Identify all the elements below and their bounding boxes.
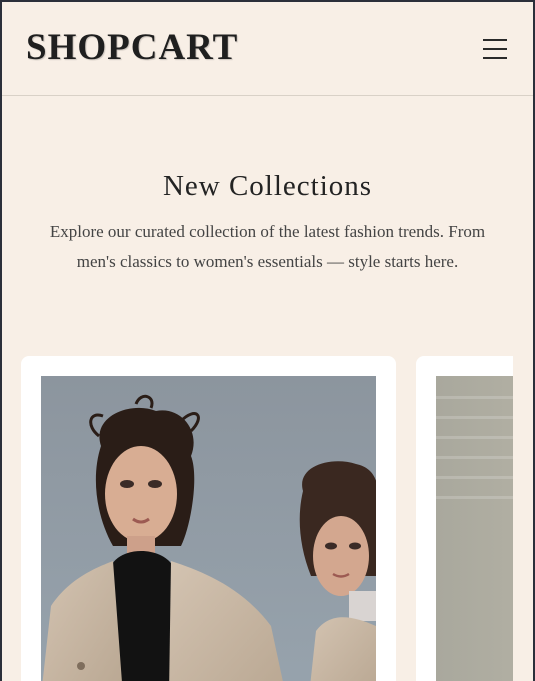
hamburger-menu-icon[interactable] [481, 36, 509, 62]
texture-stripe [436, 416, 513, 419]
section-title: New Collections [162, 170, 373, 202]
collection-image [41, 376, 376, 681]
texture-stripe [436, 456, 513, 459]
collection-card[interactable] [21, 356, 396, 681]
texture-stripe [436, 436, 513, 439]
texture-stripe [436, 496, 513, 499]
collection-image [436, 376, 513, 681]
menu-bar-middle [483, 48, 507, 50]
site-logo[interactable]: SHOPCART [26, 29, 238, 66]
texture-stripe [436, 476, 513, 479]
menu-bar-bottom [483, 57, 507, 59]
site-header: SHOPCART [2, 2, 533, 96]
texture-stripe [436, 396, 513, 399]
collection-card[interactable] [416, 356, 513, 681]
collections-intro: New Collections Explore our curated coll… [2, 96, 533, 277]
fashion-models-illustration [41, 376, 376, 681]
collection-carousel[interactable] [2, 356, 513, 681]
page-frame: SHOPCART New Collections Explore our cur… [2, 2, 533, 681]
section-description: Explore our curated collection of the la… [49, 222, 486, 271]
menu-bar-top [483, 39, 507, 41]
